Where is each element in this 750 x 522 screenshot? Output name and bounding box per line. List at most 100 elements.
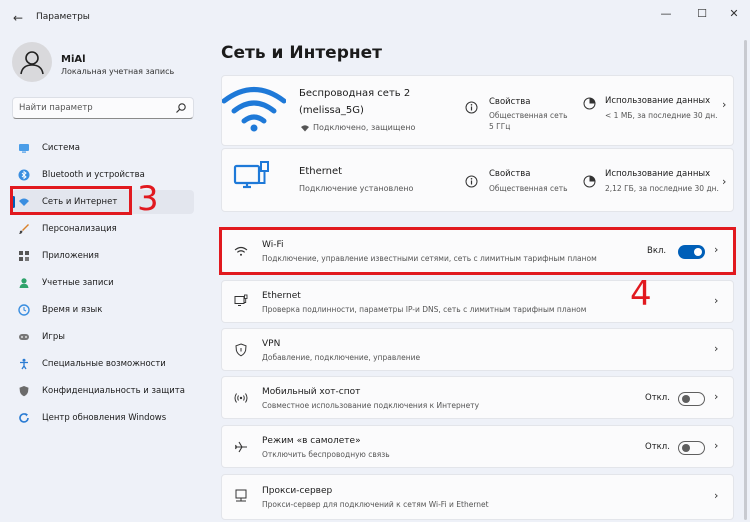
maximize-button[interactable]: ☐ (692, 6, 712, 22)
sidebar-item-label: Bluetooth и устройства (42, 170, 145, 180)
annotation-number-4: 4 (630, 274, 652, 314)
row-title: Режим «в самолете» (262, 436, 361, 446)
sidebar-item-label: Специальные возможности (42, 359, 166, 369)
ethernet-icon (234, 294, 248, 306)
page-title: Сеть и Интернет (221, 43, 383, 63)
row-title: Мобильный хот-спот (262, 387, 361, 397)
sidebar-item-apps[interactable]: Приложения (12, 244, 194, 268)
toggle-knob (682, 395, 690, 403)
sidebar-item-windows-update[interactable]: Центр обновления Windows (12, 406, 194, 430)
wireless-status: Подключено, защищено (313, 123, 416, 132)
row-title: Прокси-сервер (262, 486, 333, 496)
data-usage-icon (583, 97, 596, 110)
sidebar-item-accounts[interactable]: Учетные записи (12, 271, 194, 295)
proxy-icon (235, 489, 247, 502)
row-subtitle: Прокси-сервер для подключений к сетям Wi… (262, 500, 489, 509)
settings-window: ← Параметры — ☐ ✕ MiAl Локальная учетная… (0, 0, 750, 522)
user-name: MiAl (61, 54, 86, 65)
sidebar-item-label: Учетные записи (42, 278, 114, 288)
airplane-toggle[interactable] (678, 441, 705, 455)
wireless-name: Беспроводная сеть 2 (299, 88, 411, 99)
annotation-box-3 (10, 186, 132, 215)
sidebar-item-label: Время и язык (42, 305, 103, 315)
ethernet-icon (233, 161, 269, 189)
sidebar-item-privacy[interactable]: Конфиденциальность и защита (12, 379, 194, 403)
person-icon (19, 278, 29, 288)
search-placeholder: Найти параметр (19, 103, 93, 113)
sidebar-item-bluetooth[interactable]: Bluetooth и устройства (12, 163, 194, 187)
annotation-number-3: 3 (137, 179, 159, 219)
update-icon (19, 413, 29, 423)
data-usage-value: 2,12 ГБ, за последние 30 дн. (605, 184, 719, 193)
apps-icon (19, 251, 29, 261)
data-usage-title: Использование данных (605, 169, 711, 179)
monitor-icon (19, 144, 29, 153)
search-icon[interactable] (175, 102, 187, 114)
sidebar-item-label: Система (42, 143, 80, 153)
wireless-ssid: (melissa_5G) (299, 105, 364, 116)
chevron-right-icon: › (722, 175, 727, 188)
chevron-right-icon: › (722, 98, 727, 111)
sidebar-item-label: Приложения (42, 251, 100, 261)
search-input[interactable]: Найти параметр (12, 97, 194, 119)
data-usage-icon (583, 175, 596, 188)
sidebar-item-accessibility[interactable]: Специальные возможности (12, 352, 194, 376)
wifi-small-icon (301, 125, 309, 132)
brush-icon (19, 224, 29, 234)
row-title: Ethernet (262, 291, 301, 301)
airplane-toggle-label: Откл. (645, 442, 670, 452)
proxy-row[interactable]: Прокси-сервер Прокси-сервер для подключе… (221, 474, 734, 520)
sidebar-item-label: Игры (42, 332, 65, 342)
wifi-icon (222, 87, 286, 132)
airplane-mode-row[interactable]: Режим «в самолете» Отключить беспроводну… (221, 425, 734, 468)
properties-network-type: Общественная сеть (489, 184, 568, 193)
avatar[interactable] (12, 42, 52, 82)
data-usage-title: Использование данных (605, 96, 711, 106)
shield-icon (19, 386, 29, 397)
sidebar-item-personalization[interactable]: Персонализация (12, 217, 194, 241)
row-subtitle: Добавление, подключение, управление (262, 353, 421, 362)
person-icon (20, 51, 44, 75)
annotation-box-4 (219, 227, 736, 275)
row-subtitle: Совместное использование подключения к И… (262, 401, 480, 410)
scrollbar[interactable] (744, 40, 747, 520)
info-icon (465, 101, 478, 114)
back-button[interactable]: ← (10, 10, 26, 26)
hotspot-toggle-label: Откл. (645, 393, 670, 403)
sidebar-item-games[interactable]: Игры (12, 325, 194, 349)
sidebar-item-label: Персонализация (42, 224, 117, 234)
chevron-right-icon: › (714, 390, 719, 403)
wireless-status-card: Беспроводная сеть 2 (melissa_5G) Подключ… (221, 75, 734, 146)
info-icon (465, 175, 478, 188)
app-title: Параметры (36, 12, 90, 22)
accessibility-icon (20, 358, 28, 370)
close-button[interactable]: ✕ (724, 6, 744, 22)
account-type: Локальная учетная запись (61, 67, 175, 76)
row-subtitle: Проверка подлинности, параметры IP-и DNS… (262, 305, 587, 314)
row-title: VPN (262, 339, 281, 349)
chevron-right-icon: › (714, 489, 719, 502)
data-usage-value: < 1 МБ, за последние 30 дн. (605, 111, 718, 120)
chevron-right-icon: › (714, 439, 719, 452)
hotspot-icon (234, 393, 248, 403)
properties-title: Свойства (489, 169, 531, 179)
row-subtitle: Отключить беспроводную связь (262, 450, 390, 459)
toggle-knob (682, 444, 690, 452)
ethernet-status: Подключение установлено (299, 184, 414, 193)
chevron-right-icon: › (714, 342, 719, 355)
properties-title: Свойства (489, 97, 531, 107)
sidebar-item-system[interactable]: Система (12, 136, 194, 160)
minimize-button[interactable]: — (656, 6, 676, 22)
title-bar: ← Параметры — ☐ ✕ (0, 0, 750, 34)
sidebar-item-time-language[interactable]: Время и язык (12, 298, 194, 322)
vpn-row[interactable]: VPN Добавление, подключение, управление … (221, 328, 734, 371)
ethernet-row[interactable]: Ethernet Проверка подлинности, параметры… (221, 280, 734, 323)
properties-band: 5 ГГц (489, 122, 511, 131)
bluetooth-icon (18, 169, 30, 181)
ethernet-name: Ethernet (299, 166, 343, 177)
chevron-right-icon: › (714, 294, 719, 307)
shield-icon (235, 343, 247, 357)
ethernet-status-card: Ethernet Подключение установлено Свойств… (221, 148, 734, 212)
mobile-hotspot-row[interactable]: Мобильный хот-спот Совместное использова… (221, 376, 734, 419)
hotspot-toggle[interactable] (678, 392, 705, 406)
